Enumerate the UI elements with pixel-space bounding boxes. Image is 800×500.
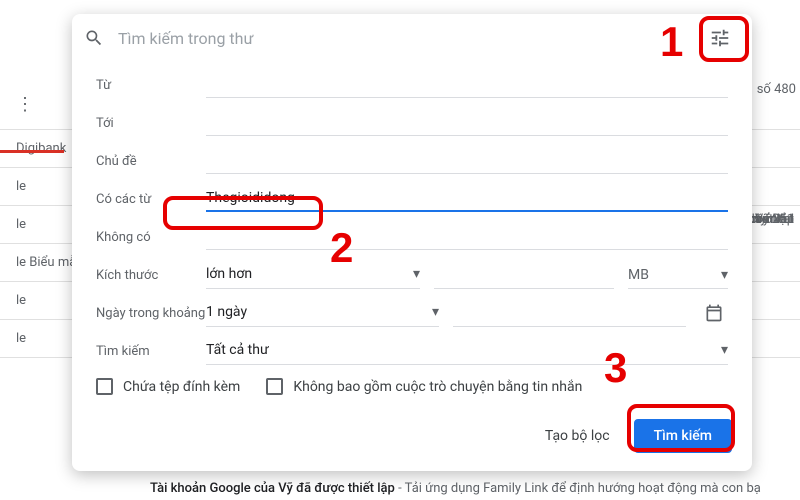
advanced-search-panel: Tìm kiếm trong thư Từ Tới Chủ đề Có các … bbox=[72, 14, 752, 471]
search-options-icon[interactable] bbox=[700, 18, 740, 58]
chevron-down-icon: ▾ bbox=[721, 342, 728, 358]
subject-label: Chủ đề bbox=[96, 154, 206, 169]
exclude-chats-label: Không bao gồm cuộc trò chuyện bằng tin n… bbox=[293, 379, 582, 395]
annotation-number-2: 2 bbox=[330, 224, 353, 272]
not-have-field[interactable] bbox=[206, 224, 728, 250]
annotation-number-1: 1 bbox=[660, 18, 683, 66]
sender-cell: le bbox=[16, 293, 26, 308]
tab-indicator bbox=[0, 150, 64, 153]
has-words-field[interactable]: Thegioididong bbox=[206, 186, 728, 212]
search-in-label: Tìm kiếm bbox=[96, 344, 206, 359]
subject-field[interactable] bbox=[206, 148, 728, 174]
from-label: Từ bbox=[96, 78, 206, 93]
annotation-number-3: 3 bbox=[604, 344, 627, 392]
size-operator-value: lớn hơn bbox=[206, 266, 252, 282]
date-field[interactable] bbox=[453, 299, 686, 327]
search-icon bbox=[84, 28, 104, 48]
to-field[interactable] bbox=[206, 110, 728, 136]
search-placeholder: Tìm kiếm trong thư bbox=[118, 29, 700, 48]
mail-count: số 480 bbox=[757, 82, 796, 97]
has-attachment-label: Chứa tệp đính kèm bbox=[123, 379, 240, 395]
not-have-label: Không có bbox=[96, 230, 206, 245]
search-button[interactable]: Tìm kiếm bbox=[634, 419, 732, 453]
calendar-icon[interactable] bbox=[700, 303, 728, 323]
snippet-cell: vymtt.t bbox=[754, 80, 794, 358]
footer-message: Tài khoản Google của Vỹ đã được thiết lậ… bbox=[150, 481, 800, 496]
date-range-value: 1 ngày bbox=[206, 304, 247, 320]
to-label: Tới bbox=[96, 116, 206, 131]
search-scope-dropdown[interactable]: Tất cả thư ▾ bbox=[206, 337, 728, 365]
checkbox-icon bbox=[96, 378, 113, 395]
size-unit-value: MB bbox=[628, 267, 649, 283]
more-icon[interactable]: ⋮ bbox=[16, 94, 34, 115]
has-words-value: Thegioididong bbox=[206, 190, 295, 206]
exclude-chats-checkbox[interactable]: Không bao gồm cuộc trò chuyện bằng tin n… bbox=[266, 378, 582, 395]
sender-cell: le bbox=[16, 179, 26, 194]
sender-cell: Digibank bbox=[16, 141, 66, 156]
checkbox-icon bbox=[266, 378, 283, 395]
size-label: Kích thước bbox=[96, 268, 206, 283]
chevron-down-icon: ▾ bbox=[413, 266, 420, 282]
sender-cell: le bbox=[16, 331, 26, 346]
size-unit-dropdown[interactable]: MB ▾ bbox=[628, 261, 728, 289]
date-within-label: Ngày trong khoảng bbox=[96, 306, 206, 321]
chevron-down-icon: ▾ bbox=[432, 304, 439, 320]
size-operator-dropdown[interactable]: lớn hơn ▾ bbox=[206, 261, 420, 289]
has-words-label: Có các từ bbox=[96, 192, 206, 207]
footer-bold: Tài khoản Google của Vỹ đã được thiết lậ… bbox=[150, 481, 395, 496]
date-range-dropdown[interactable]: 1 ngày ▾ bbox=[206, 299, 439, 327]
sender-cell: le bbox=[16, 217, 26, 232]
create-filter-button[interactable]: Tạo bộ lọc bbox=[531, 420, 624, 452]
size-value-field[interactable] bbox=[434, 261, 614, 289]
chevron-down-icon: ▾ bbox=[721, 267, 728, 283]
search-scope-value: Tất cả thư bbox=[206, 342, 269, 358]
has-attachment-checkbox[interactable]: Chứa tệp đính kèm bbox=[96, 378, 240, 395]
footer-rest: - Tải ứng dụng Family Link để định hướng… bbox=[395, 481, 761, 496]
search-bar[interactable]: Tìm kiếm trong thư bbox=[72, 14, 752, 62]
from-field[interactable] bbox=[206, 72, 728, 98]
